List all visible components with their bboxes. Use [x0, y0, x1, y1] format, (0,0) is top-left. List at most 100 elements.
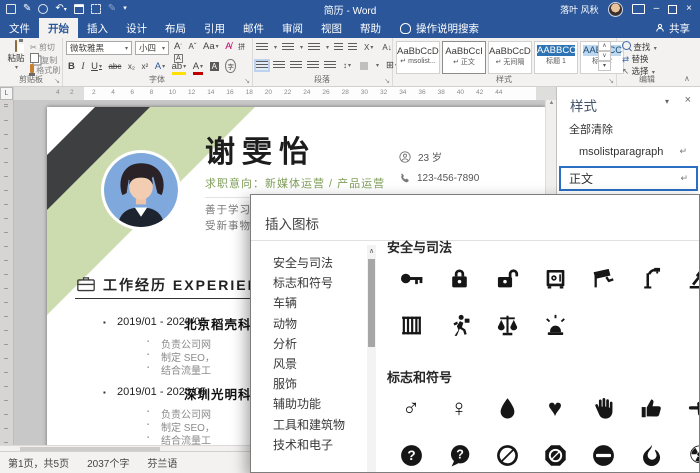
draw-icon[interactable]: ✎	[108, 4, 116, 14]
profile-photo[interactable]	[104, 153, 178, 227]
strikethrough-button[interactable]: abc	[108, 62, 121, 71]
stop-hand-icon[interactable]	[579, 385, 627, 432]
grow-font-icon[interactable]: Aˆ	[174, 41, 182, 52]
category-item[interactable]: 风景	[273, 354, 363, 374]
heart-icon[interactable]: ♥	[531, 385, 579, 432]
category-item[interactable]: 辅助功能	[273, 394, 363, 414]
padlock-unlocked-icon[interactable]	[483, 255, 531, 302]
no-symbol-icon[interactable]	[483, 432, 531, 472]
bold-button[interactable]: B	[68, 61, 75, 72]
padlock-locked-icon[interactable]	[435, 255, 483, 302]
word-count[interactable]: 2037个字	[87, 455, 129, 470]
style-card-no-spacing[interactable]: AaBbCcDdI ↵ 无间隔	[488, 41, 532, 74]
category-item[interactable]: 分析	[273, 334, 363, 354]
distribute-icon[interactable]	[324, 61, 336, 70]
paste-icon[interactable]	[90, 4, 101, 14]
close-button[interactable]: ×	[686, 4, 692, 14]
gallery-scroll-down-icon[interactable]: ∨	[598, 51, 611, 61]
category-item[interactable]: 动物	[273, 314, 363, 334]
category-item[interactable]: 安全与司法	[273, 253, 363, 273]
page-indicator[interactable]: 第1页，共5页	[8, 455, 69, 470]
cut-button[interactable]: ✂ 剪切	[30, 42, 55, 53]
underline-button[interactable]: U ▾	[91, 61, 102, 72]
user-avatar[interactable]	[607, 1, 623, 17]
tab-mailings[interactable]: 邮件	[234, 18, 273, 38]
paste-button[interactable]: 粘贴 ▾	[4, 40, 28, 71]
subscript-button[interactable]: x₂	[128, 62, 135, 71]
styles-dialog-launcher[interactable]: ↘	[608, 77, 614, 85]
tab-home[interactable]: 开始	[39, 18, 78, 38]
male-icon[interactable]: ♂	[387, 385, 435, 432]
tab-design[interactable]: 设计	[117, 18, 156, 38]
find-button[interactable]: 查找 ▾	[622, 41, 657, 53]
scroll-up-icon[interactable]: ∧	[367, 245, 376, 258]
tab-view[interactable]: 视图	[312, 18, 351, 38]
clear-formatting-icon[interactable]: A̸	[225, 41, 231, 52]
share-button[interactable]: 共享	[655, 18, 700, 38]
no-symbol-octagon-icon[interactable]	[531, 432, 579, 472]
italic-button[interactable]: I	[81, 62, 84, 72]
insert-table-icon[interactable]	[73, 4, 84, 14]
pointing-hand-icon[interactable]	[675, 385, 699, 432]
phonetic-guide-icon[interactable]: 拼	[238, 42, 245, 52]
gavel-icon[interactable]	[675, 255, 699, 302]
align-center-icon[interactable]	[273, 61, 285, 70]
superscript-button[interactable]: x²	[142, 62, 149, 71]
style-item-normal-selected[interactable]: 正文 ↵	[559, 166, 698, 191]
replace-button[interactable]: ⇄ 替换	[622, 53, 649, 65]
category-item[interactable]: 工具和建筑物	[273, 415, 363, 435]
security-camera-icon[interactable]	[579, 255, 627, 302]
safe-icon[interactable]	[531, 255, 579, 302]
font-name-combo[interactable]: 微软雅黑 ▾	[66, 41, 132, 55]
style-card-normal[interactable]: AaBbCcI ↵ 正文	[442, 41, 486, 74]
minimize-button[interactable]: –	[654, 4, 660, 14]
qat-dropdown-icon[interactable]: ▾	[123, 4, 127, 14]
increase-indent-icon[interactable]	[348, 43, 358, 52]
clipboard-dialog-launcher[interactable]: ↘	[54, 77, 60, 85]
character-shading-icon[interactable]: A	[209, 62, 219, 71]
category-scrollbar[interactable]: ∧	[367, 245, 376, 472]
styles-pane-close-icon[interactable]: ×	[685, 94, 691, 106]
vertical-ruler[interactable]	[0, 100, 14, 452]
collapse-ribbon-icon[interactable]: ∧	[684, 74, 690, 83]
radiation-icon[interactable]: ☢	[675, 432, 699, 472]
female-icon[interactable]: ♀	[435, 385, 483, 432]
key-icon[interactable]	[387, 255, 435, 302]
tell-me-search[interactable]: 操作说明搜索	[390, 18, 489, 38]
clear-all-item[interactable]: 全部清除	[569, 121, 613, 137]
align-left-icon[interactable]	[254, 59, 270, 72]
shrink-font-icon[interactable]: Aˇ	[189, 42, 197, 51]
undo-icon[interactable]: ↶▾	[55, 3, 66, 15]
category-item[interactable]: 车辆	[273, 293, 363, 313]
street-lamp-icon[interactable]	[627, 255, 675, 302]
shading-icon[interactable]	[360, 61, 369, 70]
category-item[interactable]: 服饰	[273, 374, 363, 394]
paragraph-dialog-launcher[interactable]: ↘	[384, 77, 390, 85]
tab-help[interactable]: 帮助	[351, 18, 390, 38]
new-document-icon[interactable]	[6, 4, 16, 14]
gallery-scroll-up-icon[interactable]: ∧	[598, 41, 611, 51]
siren-icon[interactable]	[531, 302, 579, 349]
prison-bars-icon[interactable]	[387, 302, 435, 349]
tab-references[interactable]: 引用	[195, 18, 234, 38]
scrollbar-thumb[interactable]	[368, 259, 375, 347]
text-effects-icon[interactable]: A ▾	[155, 61, 165, 72]
line-spacing-icon[interactable]: ↕ ▾	[343, 61, 351, 70]
no-entry-icon[interactable]	[579, 432, 627, 472]
language-indicator[interactable]: 芬兰语	[147, 455, 177, 470]
enclose-characters-icon[interactable]: 字	[225, 59, 236, 73]
numbered-list-icon[interactable]	[282, 43, 295, 52]
gallery-expand-icon[interactable]: ▾	[598, 61, 611, 71]
ribbon-display-options-icon[interactable]	[631, 4, 645, 14]
category-item[interactable]: 技术和电子	[273, 435, 363, 455]
font-dialog-launcher[interactable]: ↘	[244, 77, 250, 85]
style-item-msolistparagraph[interactable]: msolistparagraph	[579, 146, 663, 158]
question-balloon-icon[interactable]: ?	[435, 432, 483, 472]
style-card-heading1[interactable]: AABBCCDI 标题 1	[534, 41, 578, 74]
sort-icon[interactable]: A↓	[382, 43, 391, 52]
styles-pane-dropdown-icon[interactable]: ▾	[665, 97, 669, 106]
maximize-button[interactable]	[668, 4, 678, 14]
justify-icon[interactable]	[307, 61, 319, 70]
highlight-color-icon[interactable]: ab ▾	[171, 61, 187, 75]
running-thief-icon[interactable]	[435, 302, 483, 349]
